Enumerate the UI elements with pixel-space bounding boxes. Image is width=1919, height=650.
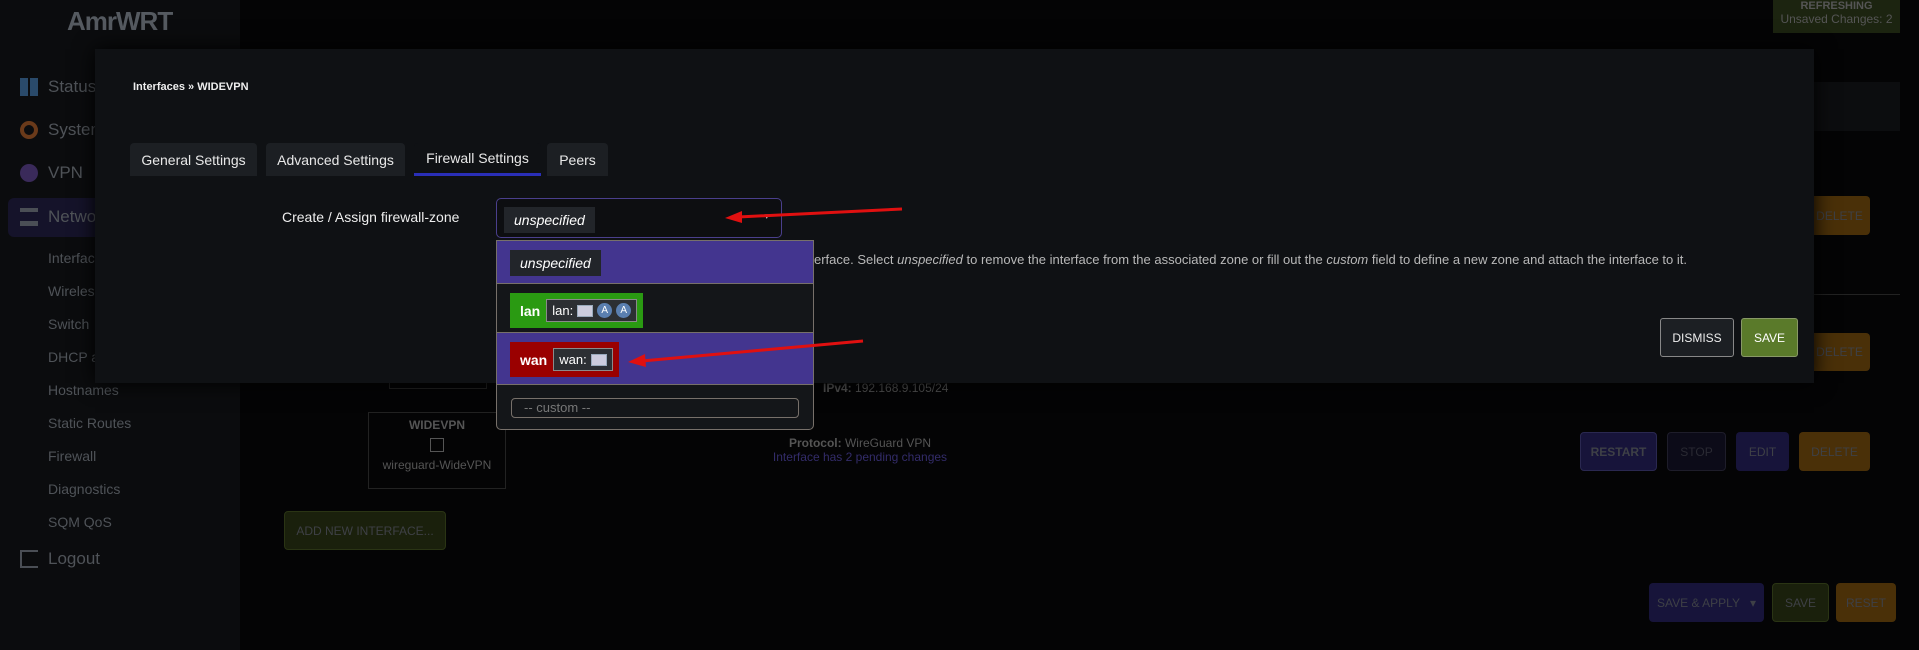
red-arrow xyxy=(628,339,864,367)
annotation-arrows xyxy=(628,207,903,367)
red-arrow xyxy=(725,207,903,223)
